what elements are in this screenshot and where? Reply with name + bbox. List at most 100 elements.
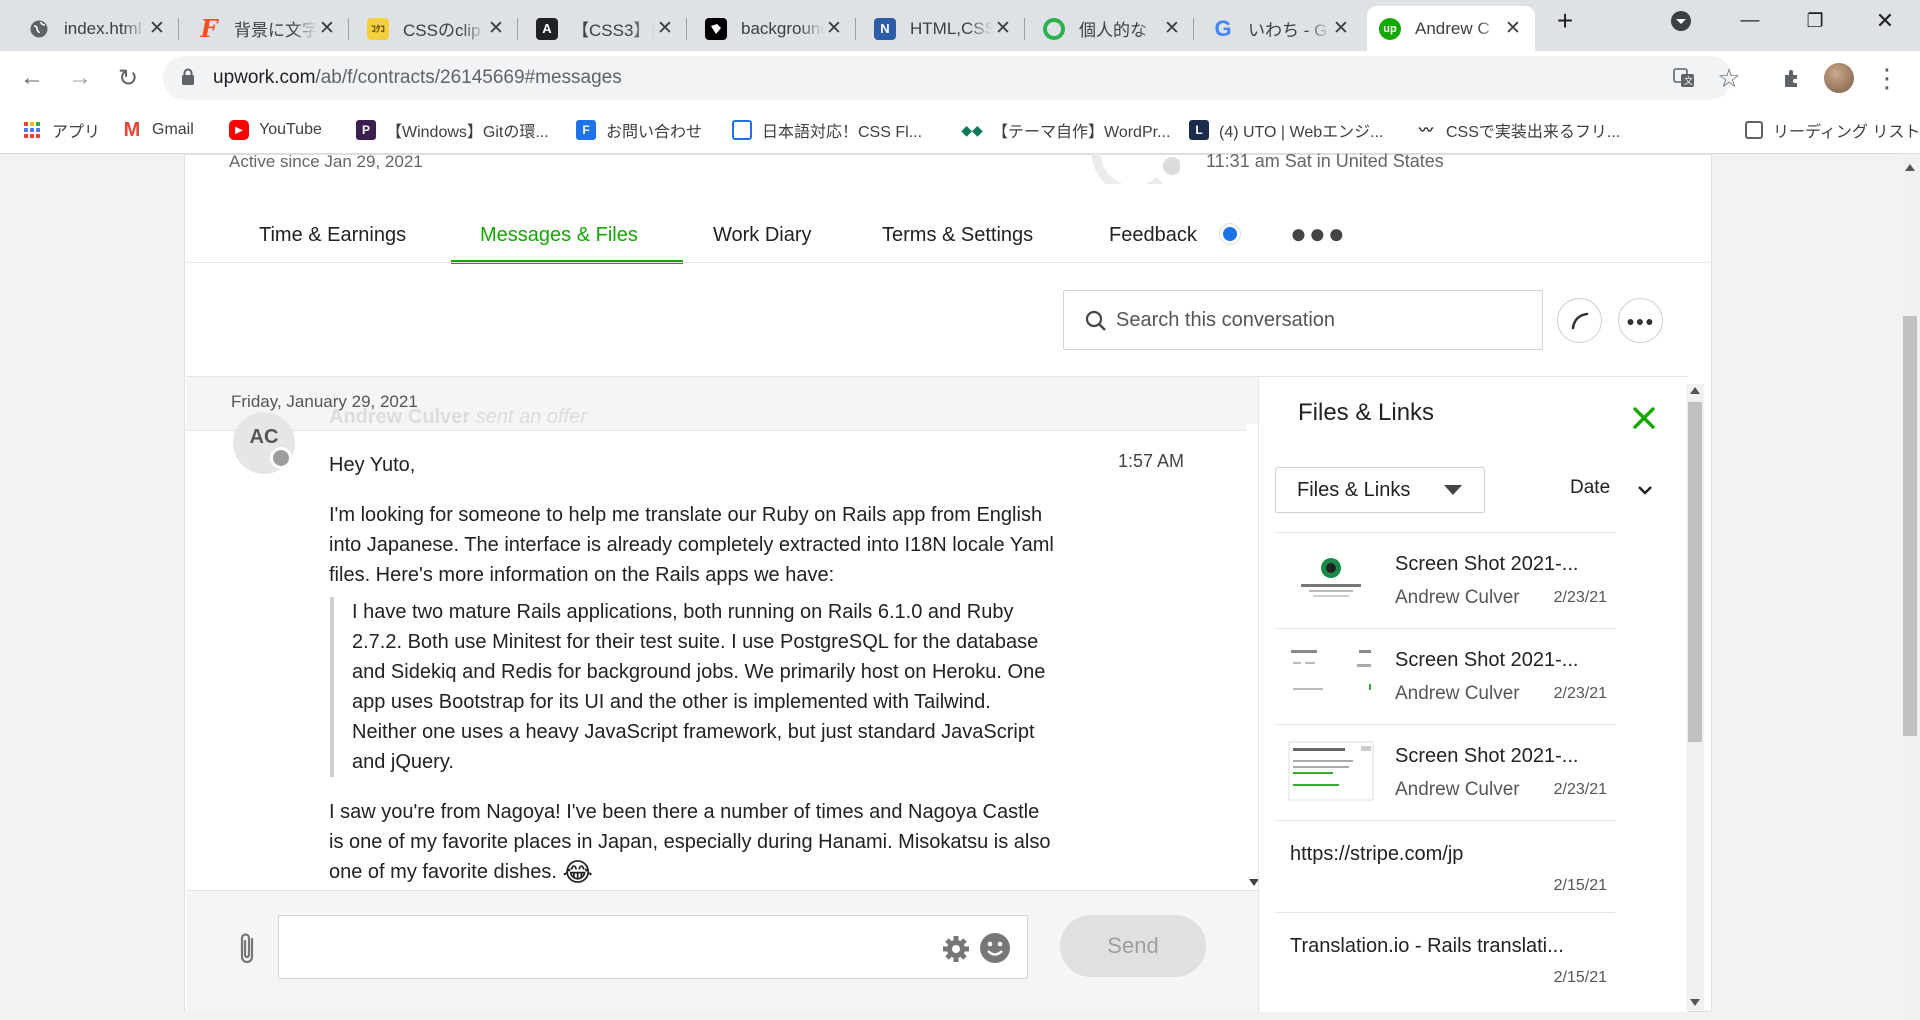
tab-title: CSSのclip [403,21,481,40]
reading-list-button[interactable]: リーディング リスト [1745,116,1920,144]
panel-title: Files & Links [1298,399,1435,426]
search-icon [1085,310,1106,331]
file-author: Andrew Culver [1395,683,1520,704]
close-icon[interactable]: ✕ [1162,17,1182,40]
scroll-up-icon[interactable] [1690,387,1700,394]
page-scrollbar[interactable] [1900,154,1920,1020]
wordpress-icon: ◆◆ [961,121,983,138]
close-icon[interactable]: ✕ [824,17,844,40]
scroll-up-icon[interactable] [1905,164,1915,171]
file-item[interactable]: Screen Shot 2021-... Andrew Culver 2/23/… [1275,628,1615,724]
scroll-thumb[interactable] [1903,316,1917,736]
upwork-icon: up [1379,17,1401,40]
files-panel-scrollbar[interactable] [1686,384,1704,1010]
file-thumbnail [1287,548,1375,610]
restore-button[interactable]: ❐ [1785,0,1845,42]
back-button[interactable]: ← [13,59,51,97]
message-input[interactable] [295,930,915,966]
local-time: 11:31 am Sat in United States [1206,151,1444,171]
bookmark-item[interactable]: M Gmail [122,116,194,144]
bookmarks-bar: アプリ M Gmail ▶ YouTube P 【Windows】Gitの環... F… [0,106,1920,154]
message-paragraph: I saw you're from Nagoya! I've been ther… [329,801,1051,887]
sender-name[interactable]: Andrew Culver [329,406,470,428]
browser-tab[interactable]: F 背景に文字 ✕ [186,6,349,51]
file-item[interactable]: Screen Shot 2021-... Andrew Culver 2/23/… [1275,532,1615,628]
bookmark-item[interactable]: L (4) UTO | Webエンジ... [1189,116,1383,144]
file-item[interactable]: Screen Shot 2021-... Andrew Culver 2/23/… [1275,724,1615,820]
nav-divider [186,262,1710,263]
window-close-button[interactable]: ✕ [1855,0,1915,42]
search-input[interactable] [1116,303,1526,337]
more-vert-icon[interactable]: ⋮ [1868,59,1906,97]
call-button[interactable] [1557,298,1602,343]
files-filter-select[interactable]: Files & Links [1275,467,1485,513]
bookmark-item[interactable]: ▶ YouTube [229,116,322,144]
file-date: 2/23/21 [1553,781,1607,798]
browser-toolbar: ← → ↻ upwork.com/ab/f/contracts/26145669… [0,51,1920,106]
tab-search-button[interactable] [1651,0,1711,42]
close-icon[interactable]: ✕ [993,17,1013,40]
emoji-picker-icon[interactable] [979,932,1011,964]
link-date: 2/15/21 [1553,877,1607,894]
new-tab-button[interactable]: + [1535,0,1595,42]
message-greeting: Hey Yuto, [329,454,416,476]
browser-tab[interactable]: A 【CSS3】角 ✕ [524,6,687,51]
address-bar[interactable]: upwork.com/ab/f/contracts/26145669#messa… [163,56,1732,100]
more-tabs-icon[interactable]: ●●● [1290,218,1347,250]
settings-gear-icon[interactable] [941,934,971,964]
bookmark-item[interactable]: 〰 CSSで実装出来るフリ... [1416,116,1620,144]
message-composer: Send [186,890,1258,1012]
files-links-panel: Files & Links Files & Links Date Screen … [1258,376,1688,1012]
availability-icon [1091,154,1180,184]
bookmark-item[interactable]: アプリ [22,116,100,144]
laughing-emoji-icon: 😂 [562,857,593,887]
feedback-notification-dot [1220,224,1240,244]
close-icon[interactable]: ✕ [147,17,167,40]
link-date: 2/15/21 [1553,969,1607,986]
close-icon[interactable]: ✕ [486,17,506,40]
bookmark-item[interactable]: 日本語対応！CSS Fl... [732,116,922,144]
squiggle-icon: 〰 [1419,122,1433,138]
browser-tab[interactable]: background ✕ [693,6,856,51]
send-button[interactable]: Send [1060,915,1206,977]
chevron-down-icon[interactable] [1636,481,1654,499]
n-logo-icon: N [874,17,896,40]
scroll-down-icon[interactable] [1690,999,1700,1006]
tab-title: 個人的な [1079,21,1147,40]
scroll-thumb[interactable] [1688,402,1702,742]
close-icon[interactable]: ✕ [1331,17,1351,40]
attachment-icon[interactable] [236,931,258,967]
circle-logo-icon [1043,17,1065,40]
conversation-search[interactable] [1063,290,1543,350]
reload-button[interactable]: ↻ [109,59,147,97]
close-icon[interactable]: ✕ [1503,17,1523,40]
avatar[interactable] [1820,59,1858,97]
tab-title: 背景に文字 [234,21,317,40]
bookmark-item[interactable]: ◆◆ 【テーマ自作】WordPr... [961,116,1170,144]
forward-button[interactable]: → [61,59,99,97]
close-icon[interactable]: ✕ [317,17,337,40]
link-item[interactable]: https://stripe.com/jp 2/15/21 [1275,820,1615,912]
browser-tab[interactable]: ｺｸｺ CSSのclip ✕ [355,6,518,51]
more-options-button[interactable]: ●●● [1618,298,1663,343]
bookmark-item[interactable]: P 【Windows】Gitの環... [356,116,549,144]
link-item[interactable]: Translation.io - Rails translati... 2/15… [1275,912,1615,1004]
browser-tab[interactable]: 個人的な ✕ [1031,6,1194,51]
minimize-button[interactable]: — [1720,0,1780,42]
translate-icon[interactable]: 文 [1673,68,1695,88]
browser-tab[interactable]: N HTML,CSS ✕ [862,6,1025,51]
bookmark-star-icon[interactable]: ☆ [1710,59,1748,97]
close-icon[interactable] [1629,403,1659,433]
file-author: Andrew Culver [1395,587,1520,608]
browser-tab[interactable]: G いわち - G ✕ [1200,6,1363,51]
bookmark-item[interactable]: F お問い合わせ [576,116,702,144]
close-icon[interactable]: ✕ [655,17,675,40]
file-date: 2/23/21 [1553,589,1607,606]
extensions-icon[interactable] [1773,59,1811,97]
browser-tab[interactable]: index.html ✕ [16,6,179,51]
sort-dropdown[interactable]: Date [1570,477,1610,499]
phone-icon [1571,312,1588,329]
message-input-box[interactable] [278,915,1028,979]
file-thumbnail [1287,740,1375,802]
browser-tab-active[interactable]: up Andrew C ✕ [1367,6,1535,51]
